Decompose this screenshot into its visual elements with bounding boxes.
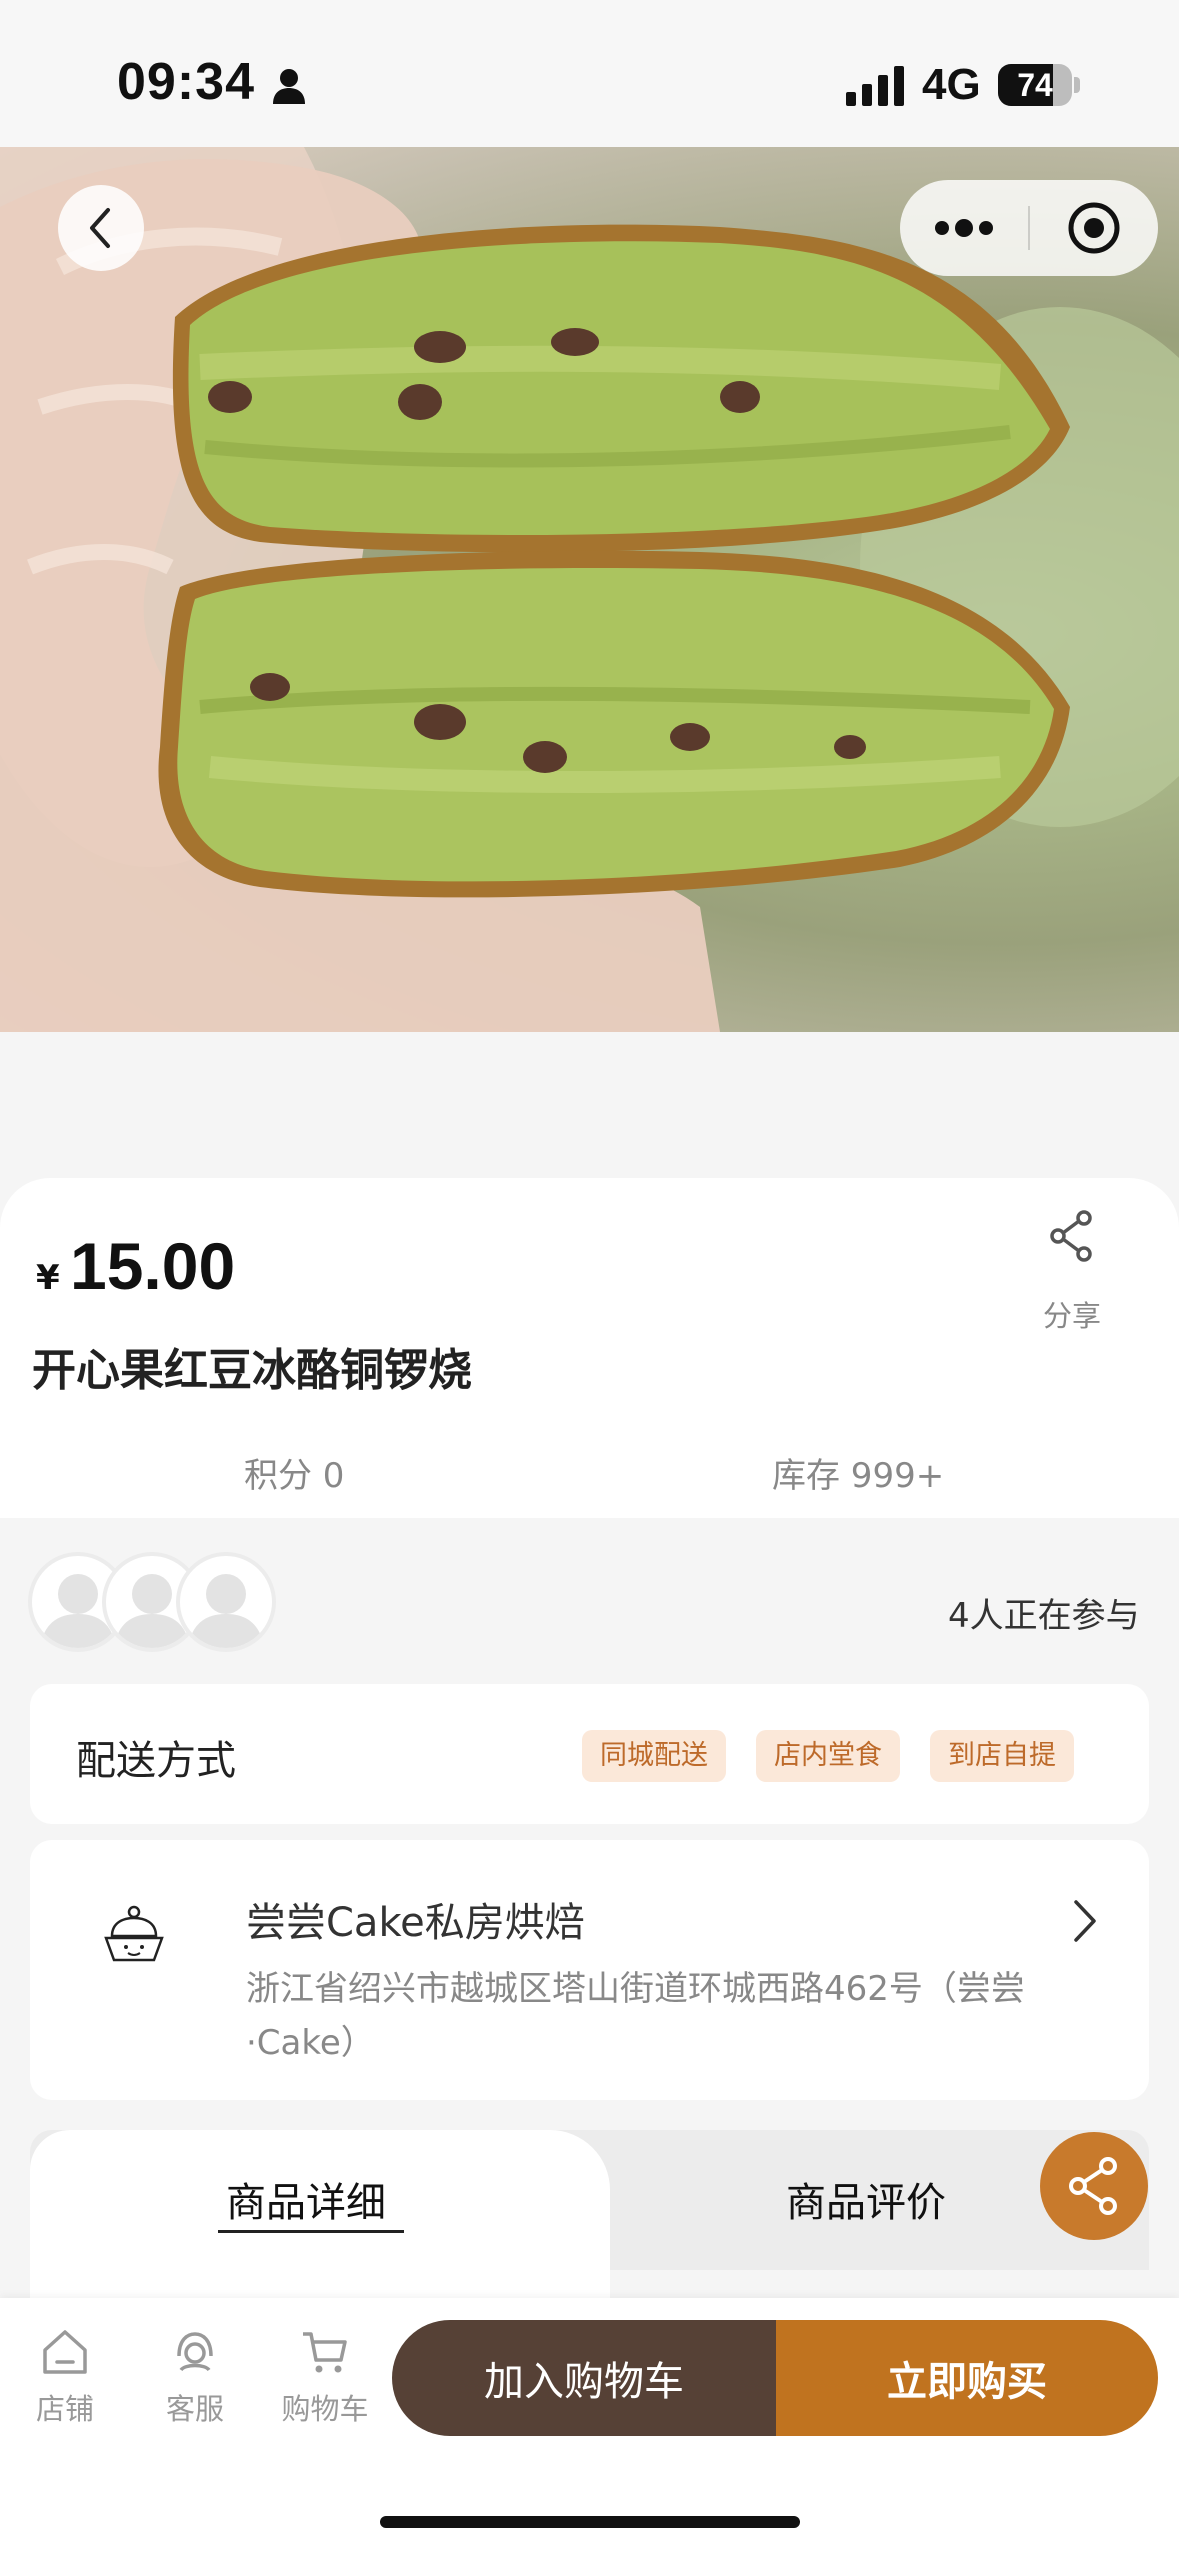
participants-count: 4人正在参与 [948,1596,1140,1636]
more-button[interactable] [900,180,1028,276]
more-icon [935,219,993,237]
chevron-right-icon[interactable] [1070,1896,1100,1950]
delivery-tag-dine-in: 店内堂食 [756,1730,900,1782]
product-title: 开心果红豆冰酪铜锣烧 [32,1345,472,1396]
home-indicator [380,2516,800,2528]
participant-avatars [28,1552,288,1652]
battery-icon: 74 [998,64,1072,106]
customer-service-icon [177,2332,213,2372]
store-logo [92,1900,176,1990]
close-mini-program-button[interactable] [1030,180,1158,276]
tab-product-detail[interactable]: 商品详细 [226,2170,386,2228]
product-image[interactable] [0,147,1179,1032]
currency-symbol: ¥ [36,1258,60,1298]
floating-share-button[interactable] [1040,2132,1148,2240]
store-address: 浙江省绍兴市越城区塔山街道环城西路462号（尝尝·Cake） [246,1969,1025,2063]
tab-product-reviews[interactable]: 商品评价 [786,2170,946,2228]
nav-shop-label: 店铺 [35,2392,94,2426]
delivery-label: 配送方式 [76,1738,236,1784]
nav-cart-label: 购物车 [281,2392,369,2426]
target-icon [1068,202,1120,254]
avatar [176,1552,276,1652]
shop-icon [43,2330,87,2374]
nav-customer-service[interactable]: 客服 [140,2326,250,2428]
status-bar: 09:34 4G 74 [0,0,1179,147]
nav-cart[interactable]: 购物车 [270,2326,380,2428]
store-name[interactable]: 尝尝Cake私房烘焙 [246,1890,585,1948]
stock-value: 库存 999+ [772,1456,945,1496]
network-type: 4G [922,60,981,109]
nav-service-label: 客服 [165,2392,224,2426]
share-label[interactable]: 分享 [1024,1293,1120,1335]
cart-icon [303,2332,347,2373]
status-time: 09:34 [117,53,255,111]
delivery-tag-pickup: 到店自提 [930,1730,1074,1782]
back-button[interactable] [58,185,144,271]
share-button[interactable] [1030,1210,1114,1266]
points-value: 积分 0 [244,1456,345,1496]
share-icon [1050,1210,1092,1262]
product-price: 15.00 [70,1229,236,1303]
signal-icon [846,66,906,110]
chevron-left-icon [90,208,110,248]
add-to-cart-button[interactable]: 加入购物车 [392,2320,776,2436]
battery-tip [1074,77,1080,93]
product-photo [0,147,1179,1032]
buy-now-button[interactable]: 立即购买 [776,2320,1158,2436]
active-tab-underline [218,2230,404,2233]
mini-program-capsule [900,180,1158,276]
nav-shop[interactable]: 店铺 [10,2326,120,2428]
battery-level: 74 [1017,67,1053,103]
delivery-tag-city: 同城配送 [582,1730,726,1782]
person-icon [272,68,306,108]
share-icon [1069,2157,1117,2215]
